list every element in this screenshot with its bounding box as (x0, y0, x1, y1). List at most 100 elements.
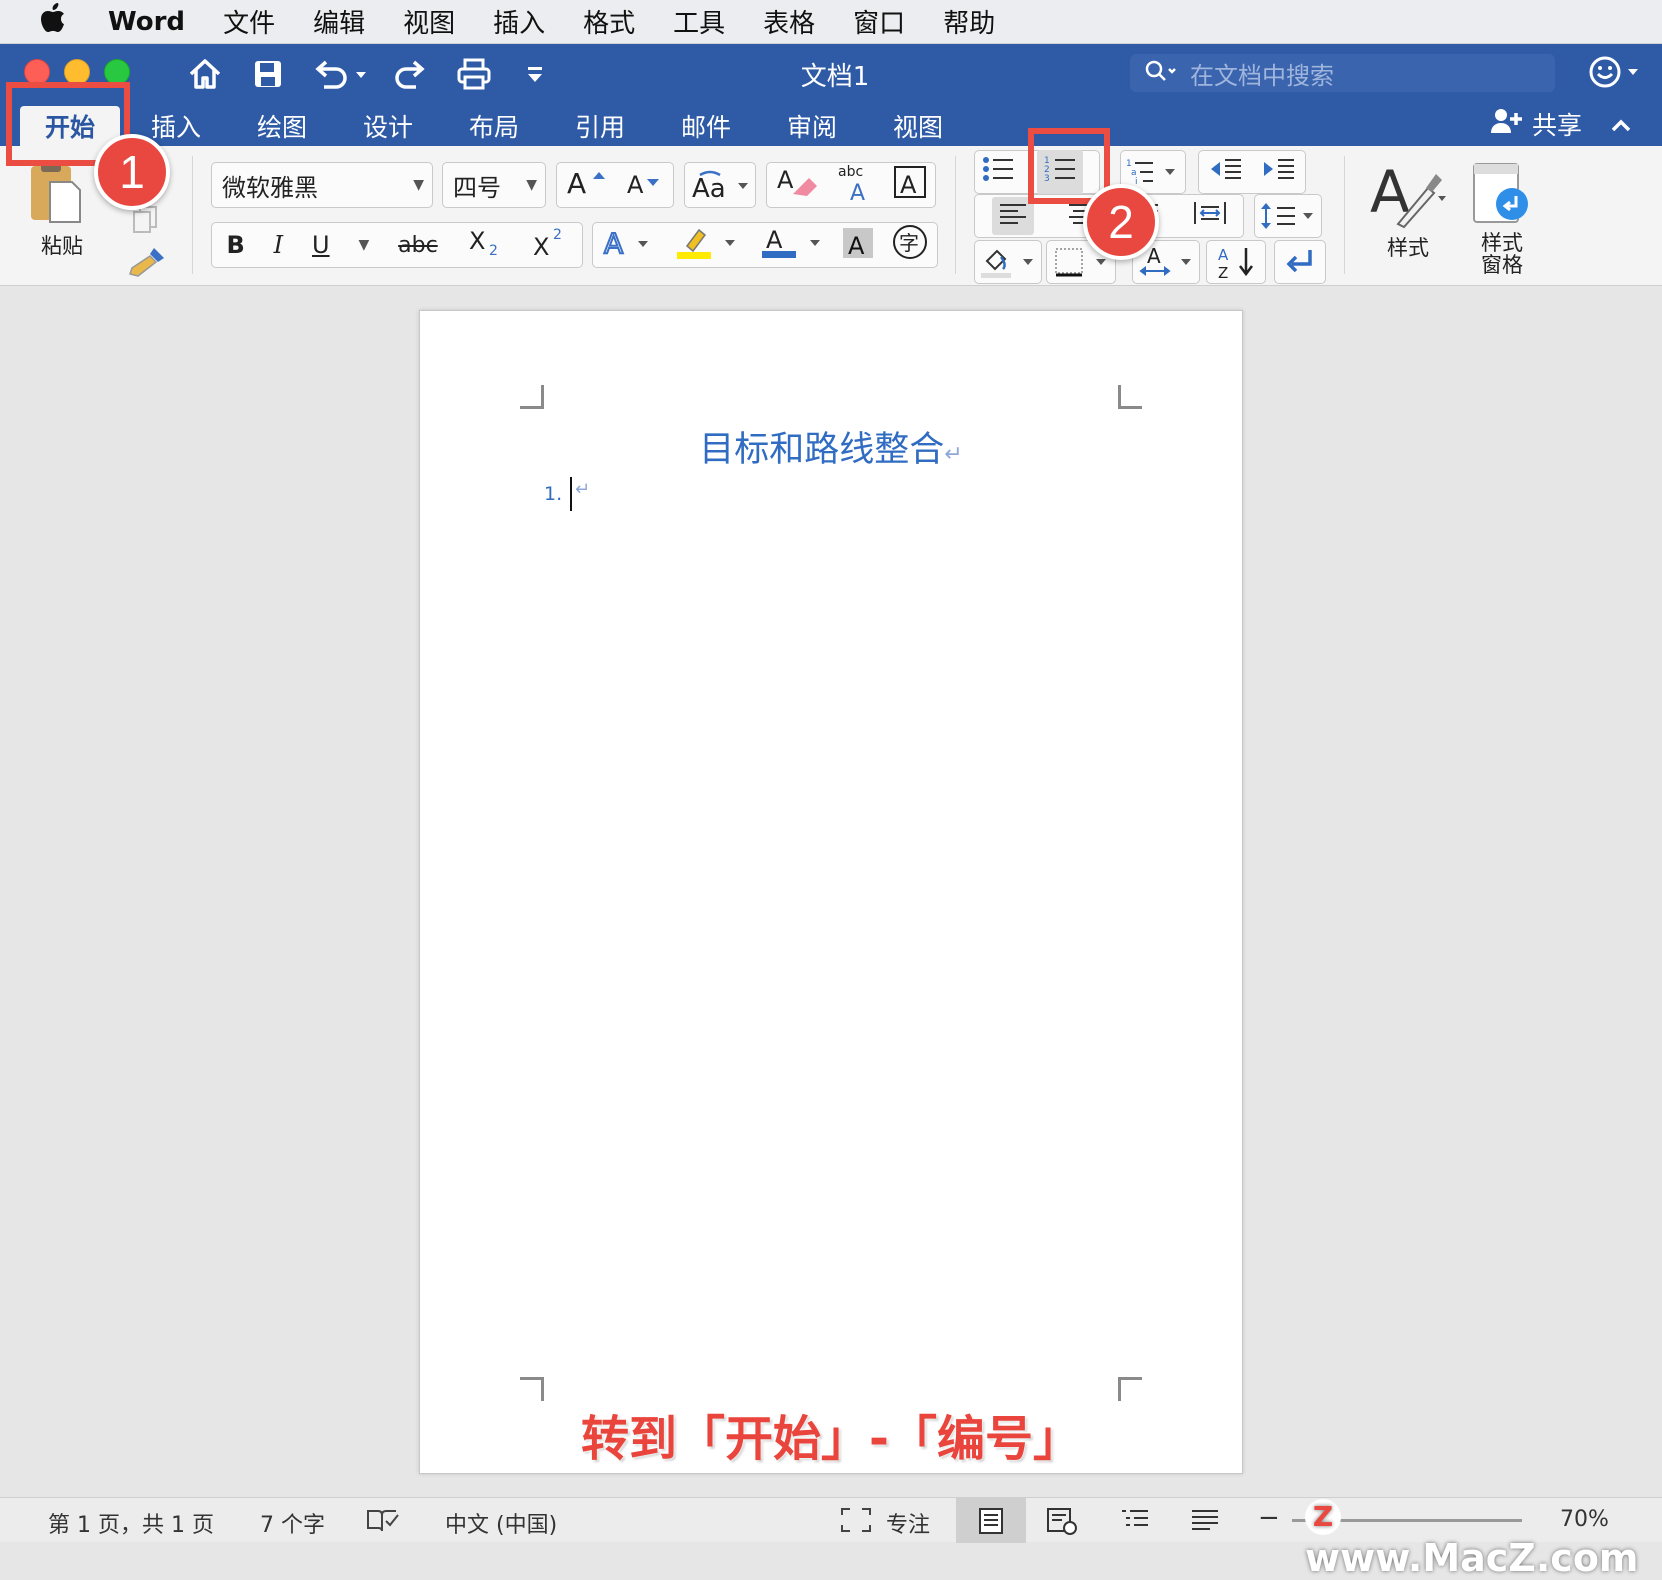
shading-icon[interactable] (974, 240, 1042, 284)
svg-text:A: A (1147, 245, 1161, 268)
share-button[interactable]: 共享 (1490, 106, 1632, 142)
zoom-out-icon[interactable]: − (1258, 1503, 1280, 1533)
tab-references[interactable]: 引用 (552, 106, 648, 146)
tab-layout[interactable]: 布局 (446, 106, 542, 146)
document-heading[interactable]: 目标和路线整合↵ (420, 421, 1242, 472)
format-painter-icon[interactable] (128, 244, 168, 282)
font-name-select[interactable]: 微软雅黑 ▼ (211, 162, 433, 208)
character-border-icon[interactable]: A (893, 165, 927, 205)
document-page[interactable]: 目标和路线整合↵ 1. ↵ 转到「开始」-「编号」 (419, 310, 1243, 1474)
save-icon[interactable] (246, 52, 290, 96)
underline-button[interactable]: U (312, 231, 330, 259)
ribbon-tabs: 开始 插入 绘图 设计 布局 引用 邮件 审阅 视图 共享 (0, 102, 1662, 146)
highlight-color-icon[interactable] (673, 224, 739, 266)
menu-edit[interactable]: 编辑 (313, 3, 365, 40)
focus-mode-label[interactable]: 专注 (886, 1507, 930, 1539)
show-formatting-marks-icon[interactable] (1274, 240, 1326, 284)
font-color-group: A A A 字 (592, 222, 938, 268)
character-shading-icon[interactable]: A (842, 226, 873, 264)
menu-insert[interactable]: 插入 (493, 3, 545, 40)
menu-window[interactable]: 窗口 (853, 3, 905, 40)
paste-icon[interactable] (28, 160, 84, 230)
menu-format[interactable]: 格式 (583, 3, 635, 40)
bold-button[interactable]: B (226, 231, 244, 259)
italic-button[interactable]: I (274, 231, 283, 259)
redo-icon[interactable] (387, 52, 431, 96)
shrink-font-icon[interactable]: A (625, 167, 665, 203)
strikethrough-button[interactable]: abc (398, 233, 438, 258)
watermark: Z www.MacZ.com (1305, 1492, 1662, 1580)
menu-table[interactable]: 表格 (763, 3, 815, 40)
underline-dropdown-icon[interactable]: ▼ (358, 237, 369, 253)
focus-mode-icon[interactable] (840, 1507, 872, 1539)
svg-text:A: A (848, 232, 865, 258)
svg-text:abc: abc (838, 164, 863, 180)
grow-font-icon[interactable]: A (565, 167, 609, 203)
language-indicator[interactable]: 中文 (中国) (445, 1507, 557, 1539)
feedback-smiley-icon[interactable] (1588, 54, 1644, 94)
paragraph-mark-icon: ↵ (575, 479, 591, 500)
change-case-icon[interactable]: Aa (684, 162, 756, 208)
tab-review[interactable]: 审阅 (764, 106, 860, 146)
page-count[interactable]: 第 1 页，共 1 页 (48, 1507, 214, 1539)
svg-text:Aa: Aa (692, 174, 726, 201)
print-icon[interactable] (452, 52, 496, 96)
svg-text:A: A (604, 227, 623, 259)
ribbon-home: 粘贴 微软雅黑 ▼ 四号 ▼ A A Aa A abc A A B I U ▼ a… (0, 146, 1662, 286)
word-count[interactable]: 7 个字 (260, 1507, 325, 1539)
tab-draw[interactable]: 绘图 (234, 106, 330, 146)
sort-icon[interactable]: AZ (1206, 240, 1266, 284)
styles-pane-icon[interactable] (1470, 162, 1534, 230)
step-badge-2: 2 (1083, 184, 1159, 260)
chevron-down-icon: ▼ (413, 177, 424, 193)
bullets-icon[interactable] (981, 154, 1015, 190)
list-marker: 1. (544, 483, 563, 505)
menu-tools[interactable]: 工具 (673, 3, 725, 40)
font-color-icon[interactable]: A (758, 224, 824, 266)
tab-mailings[interactable]: 邮件 (658, 106, 754, 146)
menu-app-word[interactable]: Word (108, 7, 185, 37)
decrease-indent-icon[interactable] (1209, 156, 1243, 188)
tab-design[interactable]: 设计 (340, 106, 436, 146)
enclose-character-icon[interactable]: 字 (892, 224, 928, 266)
undo-icon[interactable] (308, 52, 372, 96)
line-spacing-icon[interactable] (1254, 194, 1322, 238)
search-placeholder: 在文档中搜索 (1190, 61, 1334, 90)
increase-indent-icon[interactable] (1262, 156, 1296, 188)
apple-menu-icon[interactable] (40, 3, 80, 40)
tutorial-caption: 转到「开始」-「编号」 (581, 1411, 1081, 1467)
font-size-select[interactable]: 四号 ▼ (442, 162, 546, 208)
home-icon[interactable] (183, 52, 227, 96)
svg-text:2: 2 (489, 243, 498, 257)
outline-view-icon[interactable] (1120, 1507, 1150, 1539)
collapse-ribbon-icon[interactable] (1610, 110, 1632, 139)
watermark-logo-icon: Z (1305, 1498, 1341, 1535)
styles-gallery-icon[interactable]: A (1368, 158, 1448, 234)
menu-view[interactable]: 视图 (403, 3, 455, 40)
subscript-icon[interactable]: X2 (467, 227, 503, 263)
customize-toolbar-icon[interactable] (513, 52, 557, 96)
search-icon (1144, 59, 1178, 87)
text-cursor (570, 477, 572, 511)
font-name-value: 微软雅黑 (222, 173, 318, 202)
superscript-icon[interactable]: X2 (531, 227, 567, 263)
styles-pane-label-line2: 窗格 (1481, 253, 1523, 277)
mac-menubar: Word 文件 编辑 视图 插入 格式 工具 表格 窗口 帮助 (0, 0, 1662, 44)
clear-formatting-icon[interactable]: A (775, 164, 819, 206)
phonetic-guide-icon[interactable]: abc A (836, 162, 876, 208)
search-box[interactable]: 在文档中搜索 (1130, 54, 1555, 92)
proofing-icon[interactable] (366, 1507, 400, 1539)
svg-text:A: A (1218, 246, 1229, 264)
svg-text:Z: Z (1218, 264, 1228, 280)
print-layout-view-icon[interactable] (956, 1498, 1026, 1543)
distributed-icon[interactable] (1193, 200, 1227, 232)
menu-help[interactable]: 帮助 (943, 3, 995, 40)
text-effects-icon[interactable]: A (602, 225, 654, 265)
chevron-down-icon: ▼ (526, 177, 537, 193)
web-layout-view-icon[interactable] (1046, 1507, 1078, 1541)
draft-view-icon[interactable] (1190, 1507, 1220, 1539)
menu-file[interactable]: 文件 (223, 3, 275, 40)
svg-text:A: A (777, 166, 794, 194)
font-style-group: B I U ▼ abc X2 X2 (211, 222, 583, 268)
tab-view[interactable]: 视图 (870, 106, 966, 146)
